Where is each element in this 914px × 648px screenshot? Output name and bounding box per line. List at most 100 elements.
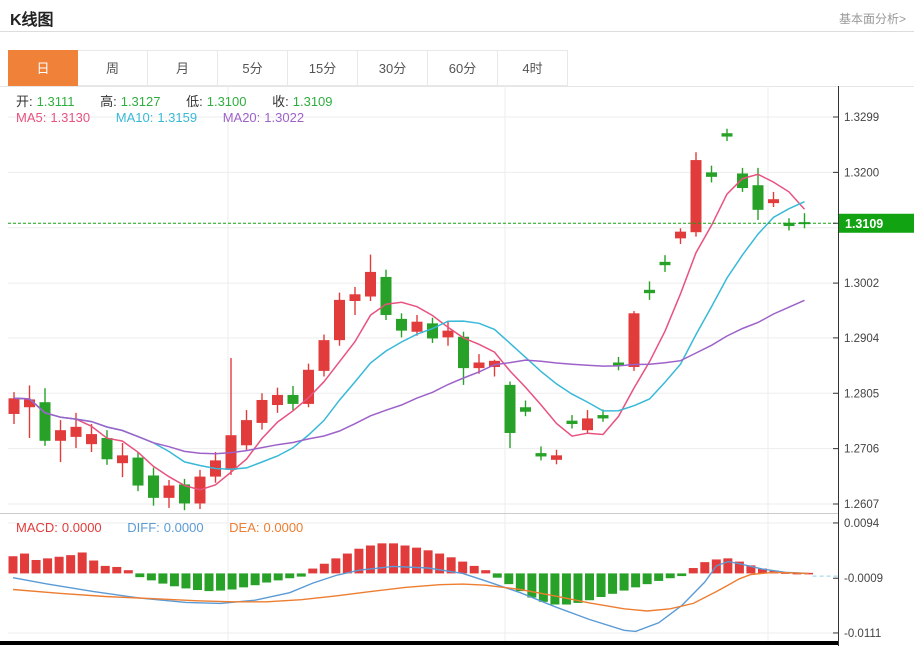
macd-bar [262,573,272,583]
price-axis-label: 1.3200 [844,167,879,179]
candle [303,369,314,404]
current-price-tag-text: 1.3109 [845,217,883,231]
candle [504,384,516,433]
macd-bar [331,558,341,574]
candle [535,453,547,457]
candle [768,199,779,204]
macd-bar [469,565,479,574]
candle [70,426,82,437]
macd-bar [250,573,260,586]
candle [473,362,485,369]
candle [551,455,562,460]
macd-bar [677,573,687,577]
candle [132,457,144,486]
macd-bar [561,573,571,605]
macd-bar [89,560,99,574]
macd-bar [504,573,514,585]
grid-lines [0,86,914,641]
candle [287,394,299,404]
candle [644,289,655,294]
candle [349,294,361,301]
macd-bar [112,566,122,574]
candle [752,185,764,210]
price-axis-label: 1.2607 [844,499,879,511]
candle [365,271,376,297]
candle [628,313,640,367]
macd-axis-label: 0.0094 [844,518,880,530]
macd-bar [573,573,583,603]
candle [597,415,609,419]
candle [256,399,268,423]
candle [659,261,671,266]
macd-bar [585,573,594,601]
ma-lines [8,173,838,491]
candle [148,475,159,498]
candle [55,430,66,441]
macd-bar [608,573,618,594]
macd-bar [135,573,145,578]
candle [442,330,454,338]
candle [737,173,748,189]
candle [86,434,97,445]
macd-bar [66,555,76,574]
macd-bar [239,573,249,588]
candle [163,485,175,498]
macd-bar [204,573,214,592]
kline-chart-canvas[interactable]: 0.0094 -0.0009 -0.0111 1.3109 1.3299 1.3200 1… [0,0,914,648]
macd-bar [619,573,629,591]
macd-bar [481,570,491,574]
bottom-axis [0,641,838,645]
candle [334,299,345,341]
candle [582,418,593,431]
candle [566,420,578,425]
macd-bar [538,573,548,602]
macd-bar [631,573,641,588]
price-axis: 1.3109 1.3299 1.3200 1.3002 1.2904 1.2805 1.27… [0,86,914,646]
macd-bar [169,573,179,587]
macd-bar [296,573,306,577]
candle [272,394,283,406]
macd-axis-label: -0.0111 [844,628,881,640]
candles-layer [8,128,810,511]
price-axis-label: 1.2904 [844,333,880,345]
macd-bar [700,562,710,574]
macd-bar [123,570,133,574]
macd-axis-label: -0.0009 [844,573,883,585]
macd-bar [181,573,191,589]
price-axis-label: 1.3002 [844,278,879,290]
macd-bar [43,558,53,574]
macd-bar [688,568,698,574]
macd-bar [400,545,410,574]
macd-bar [31,559,41,574]
macd-bar [216,573,226,591]
ma10-line [13,201,805,471]
candle [675,231,686,239]
candle [380,276,392,315]
candle [690,160,702,233]
macd-bar [596,573,606,598]
macd-bar [308,568,318,574]
candle [117,455,128,464]
macd-bar [285,573,295,579]
candle [411,321,423,332]
macd-bar [642,573,652,585]
macd-bar [458,561,468,574]
macd-bar [192,573,202,591]
price-axis-label: 1.3299 [844,112,879,124]
macd-pane: 0.0094 -0.0009 -0.0111 [8,518,883,640]
macd-bar [388,543,398,574]
dea-line [12,571,809,612]
kline-page: K线图 基本面分析> 日 周 月 5分 15分 30分 60分 4时 0.009… [0,0,914,648]
macd-bar [20,553,30,574]
candle [39,402,51,441]
macd-bar [527,573,537,598]
price-axis-label: 1.2706 [844,444,879,456]
macd-bar [158,573,168,584]
candle [241,420,252,446]
candle [520,407,531,412]
macd-bar [412,547,422,574]
macd-bar [377,543,387,574]
candle [721,133,733,137]
candle [396,318,407,331]
macd-bar [273,573,283,581]
